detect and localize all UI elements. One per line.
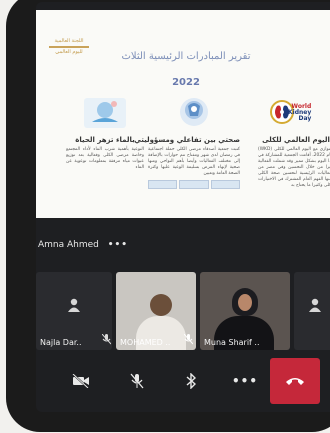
- committee-logo: اللجنة العالمية لليوم العالمي: [44, 38, 94, 55]
- shared-screen: اللجنة العالمية لليوم العالمي تقرير المب…: [36, 10, 330, 218]
- presenter-name: Amna Ahmed: [38, 240, 99, 250]
- initiative-water: بالماء تزهر الحياة التوعية بأهمية شرب ال…: [66, 92, 144, 171]
- slide-year: 2022: [172, 77, 200, 88]
- camera-toggle-button[interactable]: [58, 358, 104, 404]
- water-campaign-image: [66, 92, 144, 132]
- mic-off-icon: [130, 373, 144, 389]
- initiative-my-health: صحتي بين تفاعلي ومسؤوليتي كتبت جمعية أصد…: [134, 92, 240, 189]
- slide-title: تقرير المبادرات الرئيسية الثلاث: [121, 51, 251, 62]
- bluetooth-button[interactable]: [168, 358, 214, 404]
- presenter-strip: Amna Ahmed •••: [38, 240, 128, 250]
- tablet-frame: اللجنة العالمية لليوم العالمي تقرير المب…: [6, 0, 330, 432]
- participant-tile[interactable]: MOHAMED ..: [116, 272, 196, 350]
- participant-name: Muna Sharif ..: [204, 338, 260, 347]
- camera-off-icon: [72, 374, 89, 388]
- hang-up-button[interactable]: [270, 358, 320, 404]
- initiative-world-kidney-day: World Kidney Day اليوم العالمي للكلى بال…: [258, 92, 330, 189]
- initiative-body: بالتوازي مع اليوم العالمي للكلى (WKD) لع…: [258, 147, 330, 188]
- participant-video: [238, 294, 252, 311]
- presenter-more-button[interactable]: •••: [108, 240, 128, 250]
- user-icon: [68, 298, 80, 312]
- call-controls: •••: [36, 358, 330, 404]
- initiative-heading: صحتي بين تفاعلي ومسؤوليتي: [134, 136, 240, 144]
- participant-tile[interactable]: Najla Dar..: [36, 272, 112, 350]
- mic-toggle-button[interactable]: [114, 358, 160, 404]
- participant-tile[interactable]: [294, 272, 330, 350]
- initiative-heading: بالماء تزهر الحياة: [75, 136, 135, 144]
- participant-name: MOHAMED ..: [120, 338, 171, 347]
- participant-tile[interactable]: Muna Sharif ..: [200, 272, 290, 350]
- ramadan-campaign-image: [148, 92, 240, 132]
- bluetooth-icon: [186, 373, 196, 389]
- mic-off-icon: [102, 334, 111, 345]
- initiative-heading: اليوم العالمي للكلى: [262, 136, 330, 144]
- participant-name: Najla Dar..: [40, 338, 82, 347]
- user-icon: [309, 298, 321, 312]
- initiative-body: التوعية بأهمية شرب الماء لأداء المجتمع و…: [66, 147, 144, 170]
- campaign-thumbnails: [148, 180, 240, 189]
- more-options-button[interactable]: •••: [222, 358, 268, 404]
- meeting-screen: اللجنة العالمية لليوم العالمي تقرير المب…: [36, 2, 330, 412]
- initiative-body: كتبت جمعية أصدقاء مرضى الكلى حملة اجتماع…: [148, 147, 240, 176]
- hang-up-icon: [286, 378, 304, 385]
- mic-off-icon: [184, 334, 193, 345]
- participant-video: [150, 294, 172, 316]
